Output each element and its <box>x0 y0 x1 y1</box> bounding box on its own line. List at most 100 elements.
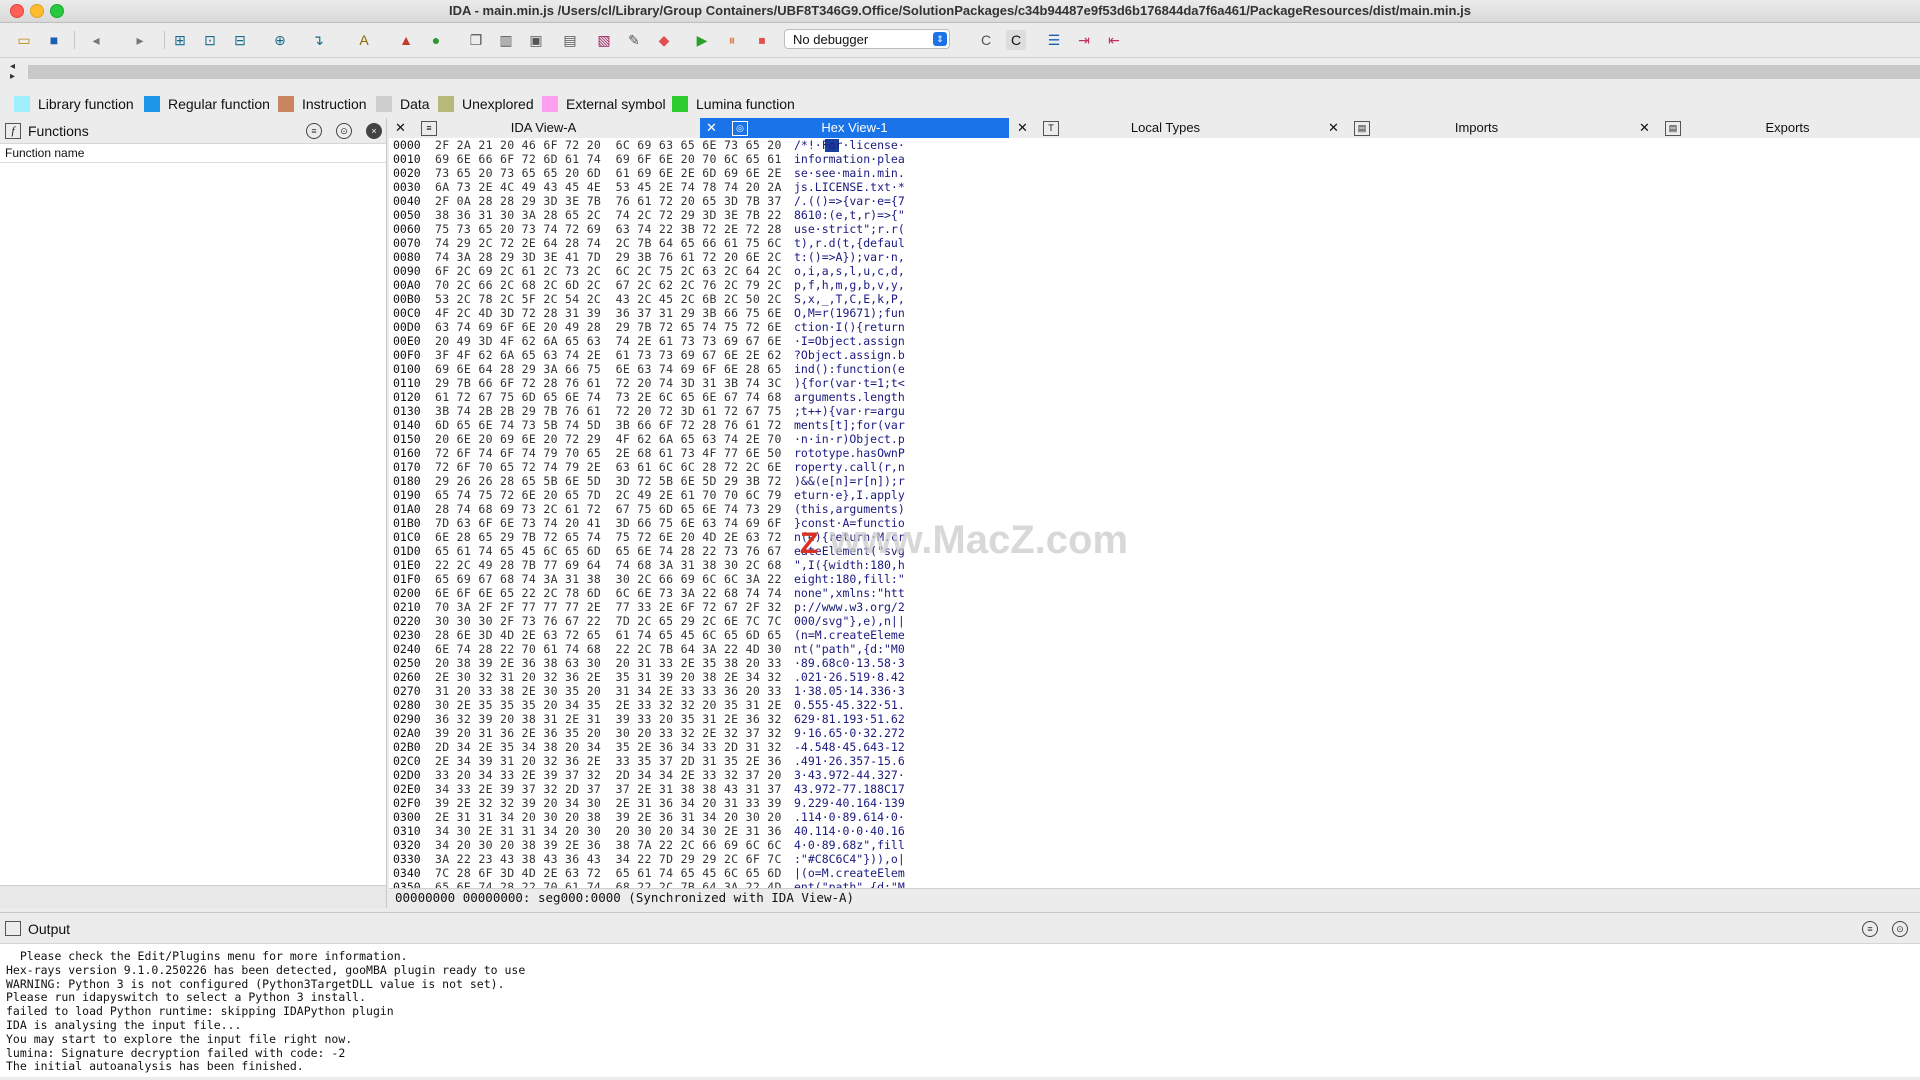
open-icon[interactable]: ▭ <box>14 30 34 50</box>
panel-float-icon[interactable]: ⊙ <box>1892 921 1908 937</box>
hex-bytes: 69 6E 66 6F 72 6D 61 74 69 6F 6E 20 70 6… <box>435 152 782 166</box>
legend-item-regular-function: Regular function <box>144 96 270 112</box>
hex-ascii: 9.229·40.164·139 <box>794 796 905 810</box>
hex-ascii: rototype.hasOwnP <box>794 446 905 460</box>
columns-icon[interactable]: ▥ <box>496 30 516 50</box>
play-icon[interactable]: ▶ <box>692 30 712 50</box>
panel-menu-icon[interactable]: ≡ <box>1862 921 1878 937</box>
hex-address: 0330 <box>393 852 421 866</box>
hex-bytes: 6E 74 28 22 70 61 74 68 22 2C 7B 64 3A 2… <box>435 642 782 656</box>
tab-hex-view-1[interactable]: ✕ ◎ Hex View-1 <box>700 118 1009 138</box>
debugger-select-value: No debugger <box>793 32 869 47</box>
hex-address: 0040 <box>393 194 421 208</box>
save-icon[interactable]: ■ <box>44 30 64 50</box>
tab-exports[interactable]: ✕ ▤ Exports <box>1633 118 1920 138</box>
list-icon[interactable]: ☰ <box>1044 30 1064 50</box>
hex-ascii: 3·43.972-44.327· <box>794 768 905 782</box>
legend-item-external-symbol: External symbol <box>542 96 666 112</box>
hex-ascii: nt("path",{d:"M0 <box>794 642 905 656</box>
stop-diamond-icon[interactable]: ◆ <box>654 30 674 50</box>
tab-ida-view-a[interactable]: ✕ ≡ IDA View-A <box>389 118 698 138</box>
patch-icon[interactable]: ▧ <box>594 30 614 50</box>
watermark: Z www.MacZ.com <box>800 518 1128 563</box>
hex-address: 0150 <box>393 432 421 446</box>
hex-address: 02C0 <box>393 754 421 768</box>
output-line: failed to load Python runtime: skipping … <box>6 1004 394 1019</box>
navigation-strip[interactable] <box>28 65 1920 79</box>
function-name-column-header[interactable]: Function name <box>0 144 386 163</box>
hex-bytes: 33 20 34 33 2E 39 37 32 2D 34 34 2E 33 3… <box>435 768 782 782</box>
hex-bytes: 6A 73 2E 4C 49 43 45 4E 53 45 2E 74 78 7… <box>435 180 782 194</box>
pause-icon[interactable]: ⏸ <box>722 30 742 50</box>
text-icon[interactable]: A <box>354 30 374 50</box>
graph-icon[interactable]: ▲ <box>396 30 416 50</box>
copy-icon[interactable]: ❐ <box>466 30 486 50</box>
navigation-band: ◂ ▸ <box>0 58 1920 88</box>
breakpoint-icon[interactable]: ✎ <box>624 30 644 50</box>
hex-bytes: 30 30 30 2F 73 76 67 22 7D 2C 65 29 2C 6… <box>435 614 782 628</box>
enum-icon[interactable]: ▤ <box>560 30 580 50</box>
stop-icon[interactable]: ⏹ <box>752 30 772 50</box>
hex-bytes: 29 26 26 28 65 5B 6E 5D 3D 72 5B 6E 5D 2… <box>435 474 782 488</box>
tab-imports[interactable]: ✕ ▤ Imports <box>1322 118 1631 138</box>
tab-local-types[interactable]: ✕ T Local Types <box>1011 118 1320 138</box>
jump-icon[interactable]: ↴ <box>308 30 328 50</box>
legend-item-data: Data <box>376 96 430 112</box>
hex-ascii: ·89.68c0·13.58·3 <box>794 656 905 670</box>
hex-bytes: 6E 6F 6E 65 22 2C 78 6D 6C 6E 73 3A 22 6… <box>435 586 782 600</box>
hex-bytes: 72 6F 74 6F 74 79 70 65 2E 68 61 73 4F 7… <box>435 446 782 460</box>
output-log[interactable]: Please check the Edit/Plugins menu for m… <box>0 944 1920 1080</box>
hex-ascii: 1·38.05·14.336·3 <box>794 684 905 698</box>
hex-ascii: se·see·main.min. <box>794 166 905 180</box>
legend-item-lumina-function: Lumina function <box>672 96 795 112</box>
hex-address: 02E0 <box>393 782 421 796</box>
names-icon[interactable]: ⊡ <box>200 30 220 50</box>
nav-band-arrows-icon[interactable]: ◂ ▸ <box>10 62 15 82</box>
c-icon[interactable]: C <box>976 30 996 50</box>
structure-icon[interactable]: ▣ <box>526 30 546 50</box>
hex-bytes: 74 3A 28 29 3D 3E 41 7D 29 3B 76 61 72 2… <box>435 250 782 264</box>
hex-bytes: 72 6F 70 65 72 74 79 2E 63 61 6C 6C 28 7… <box>435 460 782 474</box>
hex-address: 0020 <box>393 166 421 180</box>
run-circle-icon[interactable]: ● <box>426 30 446 50</box>
hex-address: 0110 <box>393 376 421 390</box>
hex-bytes: 61 72 67 75 6D 65 6E 74 73 2E 6C 65 6E 6… <box>435 390 782 404</box>
hex-view[interactable]: 0000 2F 2A 21 20 46 6F 72 20 6C 69 63 65 … <box>389 138 1920 888</box>
hex-bytes: 34 30 2E 31 31 34 20 30 20 30 20 34 30 2… <box>435 824 782 838</box>
output-icon <box>5 921 21 936</box>
hex-bytes: 65 74 75 72 6E 20 65 7D 2C 49 2E 61 70 7… <box>435 488 782 502</box>
segments-icon[interactable]: ⊕ <box>270 30 290 50</box>
panel-float-icon[interactable]: ⊙ <box>336 123 352 139</box>
functions-icon[interactable]: ⊞ <box>170 30 190 50</box>
debugger-select[interactable]: No debugger ⇕ <box>784 29 950 49</box>
strings-icon[interactable]: ⊟ <box>230 30 250 50</box>
hex-address: 0050 <box>393 208 421 222</box>
hex-ascii: arguments.length <box>794 390 905 404</box>
indent-icon[interactable]: ⇥ <box>1074 30 1094 50</box>
panel-close-icon[interactable]: × <box>366 123 382 139</box>
hex-bytes: 34 20 30 20 38 39 2E 36 38 7A 22 2C 66 6… <box>435 838 782 852</box>
hex-address: 0270 <box>393 684 421 698</box>
hex-ascii: roperty.call(r,n <box>794 460 905 474</box>
hex-ascii: .491·26.357-15.6 <box>794 754 905 768</box>
hex-address: 0220 <box>393 614 421 628</box>
hex-bytes: 3A 22 23 43 38 43 36 43 34 22 7D 29 29 2… <box>435 852 782 866</box>
hex-address: 02B0 <box>393 740 421 754</box>
hex-ascii: -4.548·45.643-12 <box>794 740 905 754</box>
functions-scrollbar[interactable] <box>0 885 386 908</box>
panel-menu-icon[interactable]: ≡ <box>306 123 322 139</box>
hex-bytes: 3B 74 2B 2B 29 7B 76 61 72 20 72 3D 61 7… <box>435 404 782 418</box>
hex-address: 0210 <box>393 600 421 614</box>
pseudocode-icon[interactable]: C <box>1006 30 1026 50</box>
hex-bytes: 75 73 65 20 73 74 72 69 63 74 22 3B 72 2… <box>435 222 782 236</box>
hex-address: 01C0 <box>393 530 421 544</box>
window-title: IDA - main.min.js /Users/cl/Library/Grou… <box>449 3 1471 18</box>
back-icon[interactable]: ◂ <box>86 30 106 50</box>
hex-address: 0280 <box>393 698 421 712</box>
forward-icon[interactable]: ▸ <box>130 30 150 50</box>
hex-address: 0140 <box>393 418 421 432</box>
outdent-icon[interactable]: ⇤ <box>1104 30 1124 50</box>
hex-address: 0000 <box>393 138 421 152</box>
hex-ascii: /*!·For·license· <box>794 138 905 152</box>
output-line: Please run idapyswitch to select a Pytho… <box>6 990 367 1005</box>
